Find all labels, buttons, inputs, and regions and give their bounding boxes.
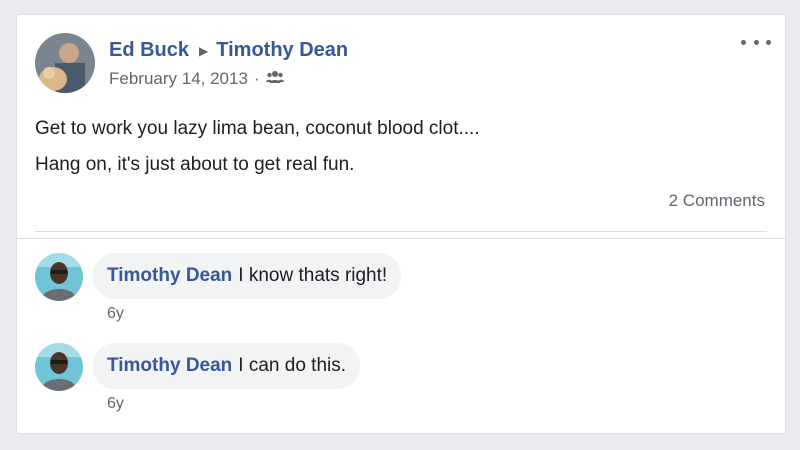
comment-time-link[interactable]: 6y — [107, 395, 124, 413]
post-text-line: Hang on, it's just about to get real fun… — [35, 154, 355, 175]
comments-count-link[interactable]: 2 Comments — [669, 191, 765, 211]
divider — [17, 238, 785, 239]
comment-bubble: Timothy Dean I know thats right! — [93, 253, 402, 299]
post-body: Get to work you lazy lima bean, coconut … — [35, 111, 480, 183]
friends-icon[interactable] — [265, 69, 284, 89]
divider — [35, 231, 767, 232]
post-date-link[interactable]: February 14, 2013 — [109, 69, 248, 89]
commenter-name-link[interactable]: Timothy Dean — [107, 355, 232, 377]
comment-bubble: Timothy Dean I can do this. — [93, 343, 361, 389]
commenter-name-link[interactable]: Timothy Dean — [107, 265, 232, 287]
post-meta: February 14, 2013 · — [109, 69, 284, 89]
arrow-right-icon: ▶ — [199, 43, 209, 58]
commenter-avatar[interactable] — [35, 343, 83, 391]
meta-separator: · — [253, 69, 260, 88]
comment-time-link[interactable]: 6y — [107, 305, 124, 323]
author-avatar[interactable] — [35, 33, 95, 93]
post-header-names: Ed Buck ▶ Timothy Dean — [109, 39, 348, 62]
comment-text: I can do this. — [238, 355, 347, 376]
post-card: Ed Buck ▶ Timothy Dean February 14, 2013… — [16, 14, 786, 434]
author-name-link[interactable]: Ed Buck — [109, 39, 189, 62]
commenter-avatar[interactable] — [35, 253, 83, 301]
more-options-icon[interactable] — [741, 31, 771, 53]
post-text-line: Get to work you lazy lima bean, coconut … — [35, 118, 480, 139]
recipient-name-link[interactable]: Timothy Dean — [216, 39, 348, 62]
comment-text: I know thats right! — [238, 265, 388, 286]
